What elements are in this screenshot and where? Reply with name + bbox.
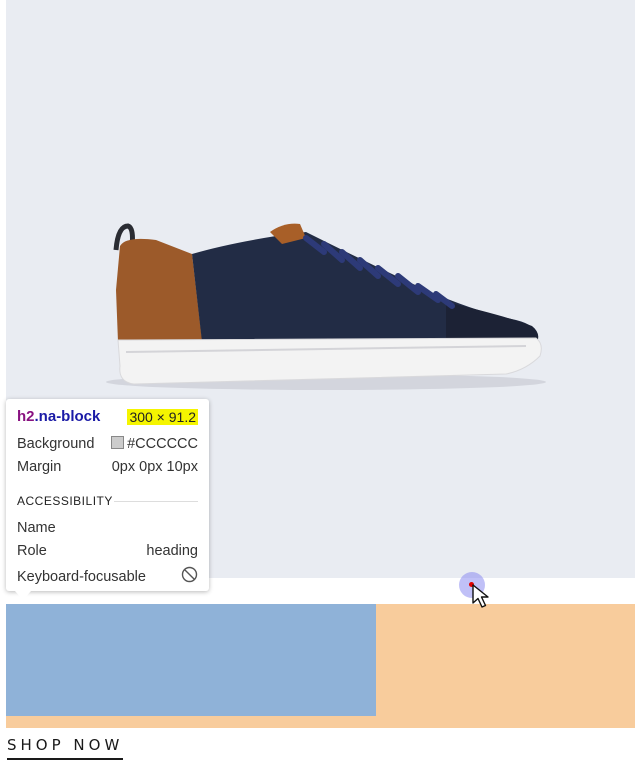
name-row: Name xyxy=(17,520,198,536)
role-row: Role heading xyxy=(17,543,198,559)
mouse-cursor-icon xyxy=(472,584,489,608)
element-class: .na-block xyxy=(34,408,101,425)
element-selector: h2.na-block xyxy=(17,408,100,425)
color-swatch xyxy=(111,436,125,449)
element-size: 300 × 91.2 xyxy=(127,408,198,425)
margin-value: 0px 0px 10px xyxy=(111,459,198,475)
background-row: Background #CCCCCC xyxy=(17,436,198,452)
inspector-header: h2.na-block 300 × 91.2 xyxy=(17,408,198,425)
element-content-overlay xyxy=(6,604,376,716)
role-value: heading xyxy=(146,543,198,559)
background-label: Background xyxy=(17,436,95,452)
tooltip-pointer xyxy=(15,591,31,600)
background-value-wrap: #CCCCCC xyxy=(111,436,198,452)
background-value: #CCCCCC xyxy=(127,436,198,452)
not-allowed-icon xyxy=(181,566,198,587)
margin-label: Margin xyxy=(17,459,62,475)
page: SHOP NOW h2.na-block 300 × 91.2 Backgrou… xyxy=(0,0,642,772)
name-label: Name xyxy=(17,520,56,536)
role-label: Role xyxy=(17,543,47,559)
inspector-tooltip: h2.na-block 300 × 91.2 Background #CCCCC… xyxy=(6,399,209,591)
focusable-label: Keyboard-focusable xyxy=(17,568,146,585)
accessibility-heading: ACCESSIBILITY xyxy=(17,494,113,508)
focusable-row: Keyboard-focusable xyxy=(17,566,198,587)
shop-now-link[interactable]: SHOP NOW xyxy=(7,736,124,760)
section-divider xyxy=(114,501,198,502)
margin-row: Margin 0px 0px 10px xyxy=(17,459,198,475)
element-tag: h2 xyxy=(17,408,35,425)
